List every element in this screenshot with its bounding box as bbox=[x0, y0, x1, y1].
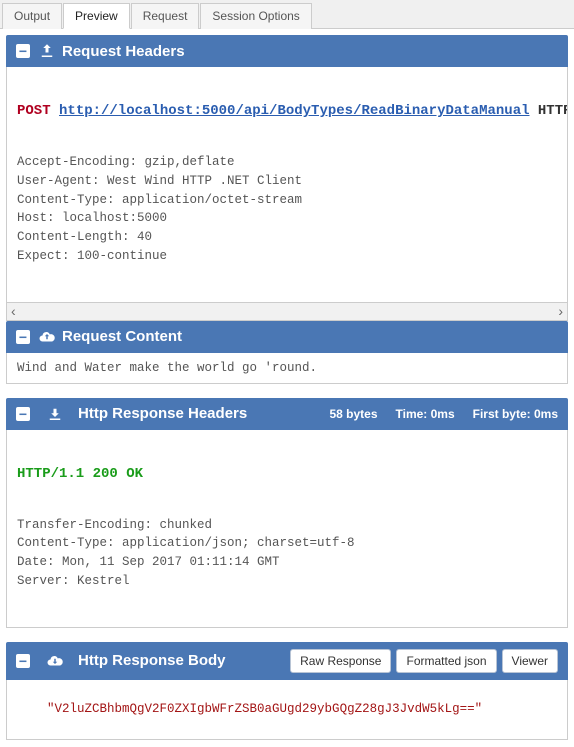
stat-time: Time: 0ms bbox=[396, 407, 455, 421]
horizontal-scrollbar[interactable]: ‹ › bbox=[6, 303, 568, 321]
response-headers-block: Transfer-Encoding: chunked Content-Type:… bbox=[17, 516, 557, 591]
scroll-left-icon[interactable]: ‹ bbox=[11, 303, 16, 319]
collapse-icon[interactable]: − bbox=[16, 407, 30, 421]
scroll-right-icon[interactable]: › bbox=[558, 303, 563, 319]
response-headers-header[interactable]: − Http Response Headers 58 bytes Time: 0… bbox=[6, 398, 568, 430]
viewer-button[interactable]: Viewer bbox=[502, 649, 558, 673]
response-headers-content: HTTP/1.1 200 OK Transfer-Encoding: chunk… bbox=[6, 430, 568, 628]
http-method: POST bbox=[17, 103, 51, 119]
http-status-line: HTTP/1.1 200 OK bbox=[17, 466, 557, 482]
raw-response-button[interactable]: Raw Response bbox=[290, 649, 391, 673]
collapse-icon[interactable]: − bbox=[16, 654, 30, 668]
request-content-body: Wind and Water make the world go 'round. bbox=[6, 353, 568, 384]
request-content-header[interactable]: − Request Content bbox=[6, 321, 568, 353]
request-headers-header[interactable]: − Request Headers bbox=[6, 35, 568, 67]
tab-request[interactable]: Request bbox=[131, 3, 200, 29]
collapse-icon[interactable]: − bbox=[16, 330, 30, 344]
response-stats: 58 bytes Time: 0ms First byte: 0ms bbox=[329, 407, 558, 421]
upload-icon bbox=[38, 42, 56, 60]
cloud-upload-icon bbox=[38, 328, 56, 346]
request-line: POST http://localhost:5000/api/BodyTypes… bbox=[17, 103, 557, 119]
download-icon bbox=[46, 405, 64, 423]
request-headers-block: Accept-Encoding: gzip,deflate User-Agent… bbox=[17, 153, 557, 266]
tab-preview[interactable]: Preview bbox=[63, 3, 130, 29]
request-url[interactable]: http://localhost:5000/api/BodyTypes/Read… bbox=[59, 103, 529, 119]
request-headers-content: POST http://localhost:5000/api/BodyTypes… bbox=[6, 67, 568, 303]
response-body-content: "V2luZCBhbmQgV2F0ZXIgbWFrZSB0aGUgd29ybGQ… bbox=[6, 680, 568, 740]
tab-session-options[interactable]: Session Options bbox=[200, 3, 311, 29]
response-body-text: "V2luZCBhbmQgV2F0ZXIgbWFrZSB0aGUgd29ybGQ… bbox=[47, 702, 482, 716]
collapse-icon[interactable]: − bbox=[16, 44, 30, 58]
stat-bytes: 58 bytes bbox=[329, 407, 377, 421]
tab-bar: Output Preview Request Session Options bbox=[0, 0, 574, 29]
stat-first-byte: First byte: 0ms bbox=[473, 407, 558, 421]
http-protocol: HTTP/1. bbox=[538, 103, 568, 119]
cloud-download-icon bbox=[46, 652, 64, 670]
response-headers-title: Http Response Headers bbox=[78, 405, 247, 422]
tab-output[interactable]: Output bbox=[2, 3, 62, 29]
request-content-title: Request Content bbox=[62, 328, 182, 345]
response-body-header[interactable]: − Http Response Body Raw Response Format… bbox=[6, 642, 568, 680]
formatted-json-button[interactable]: Formatted json bbox=[396, 649, 496, 673]
request-headers-title: Request Headers bbox=[62, 43, 185, 60]
response-body-title: Http Response Body bbox=[78, 652, 226, 669]
